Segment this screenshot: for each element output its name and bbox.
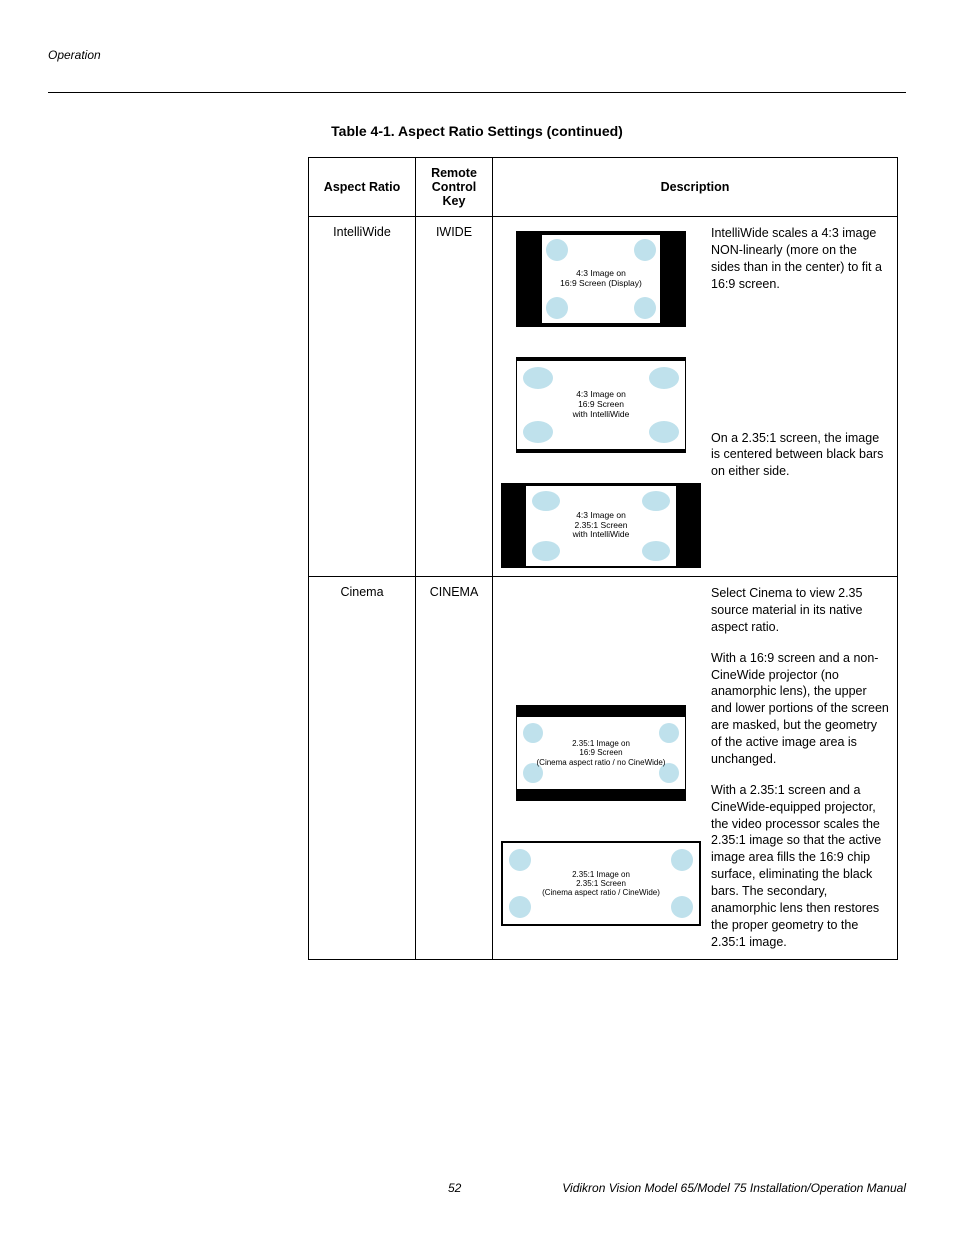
column-header-description: Description <box>493 158 898 217</box>
diagram-label: 4:3 Image on16:9 Screen (Display) <box>560 269 642 289</box>
cell-remote-key: IWIDE <box>416 217 493 577</box>
cell-aspect-ratio: Cinema <box>309 577 416 960</box>
description-paragraph: With a 2.35:1 screen and a CineWide-equi… <box>711 782 889 951</box>
diagram-label: 4:3 Image on2.35:1 Screenwith IntelliWid… <box>573 511 630 540</box>
description-paragraph: On a 2.35:1 screen, the image is centere… <box>711 430 889 481</box>
table-caption: Table 4-1. Aspect Ratio Settings (contin… <box>48 123 906 139</box>
cell-remote-key: CINEMA <box>416 577 493 960</box>
aspect-ratio-table: Aspect Ratio Remote Control Key Descript… <box>308 157 898 960</box>
diagram-label: 2.35:1 Image on2.35:1 Screen(Cinema aspe… <box>542 870 660 898</box>
diagram-235-on-235-cinewide: 2.35:1 Image on2.35:1 Screen(Cinema aspe… <box>501 841 701 926</box>
table-row: Cinema CINEMA <box>309 577 898 960</box>
diagram-label: 2.35:1 Image on16:9 Screen(Cinema aspect… <box>537 739 666 767</box>
diagram-43-on-235-intelliwide: 4:3 Image on2.35:1 Screenwith IntelliWid… <box>501 483 701 568</box>
description-paragraph: IntelliWide scales a 4:3 image NON-linea… <box>711 225 889 293</box>
column-header-aspect-ratio: Aspect Ratio <box>309 158 416 217</box>
page-footer: 52 Vidikron Vision Model 65/Model 75 Ins… <box>48 1181 906 1195</box>
diagram-235-on-169-no-cinewide: 2.35:1 Image on16:9 Screen(Cinema aspect… <box>516 705 686 801</box>
table-row: IntelliWide IWIDE <box>309 217 898 577</box>
column-header-remote-key: Remote Control Key <box>416 158 493 217</box>
diagram-label: 4:3 Image on16:9 Screenwith IntelliWide <box>573 390 630 419</box>
description-paragraph: With a 16:9 screen and a non-CineWide pr… <box>711 650 889 768</box>
cell-description: 4:3 Image on16:9 Screen (Display) <box>493 217 898 577</box>
diagram-43-on-169-intelliwide: 4:3 Image on16:9 Screenwith IntelliWide <box>516 357 686 453</box>
running-header: Operation <box>48 48 906 62</box>
manual-title: Vidikron Vision Model 65/Model 75 Instal… <box>461 1181 906 1195</box>
cell-description: 2.35:1 Image on16:9 Screen(Cinema aspect… <box>493 577 898 960</box>
cell-aspect-ratio: IntelliWide <box>309 217 416 577</box>
description-paragraph: Select Cinema to view 2.35 source materi… <box>711 585 889 636</box>
header-rule <box>48 92 906 93</box>
page-number: 52 <box>448 1181 461 1195</box>
diagram-43-on-169: 4:3 Image on16:9 Screen (Display) <box>516 231 686 327</box>
